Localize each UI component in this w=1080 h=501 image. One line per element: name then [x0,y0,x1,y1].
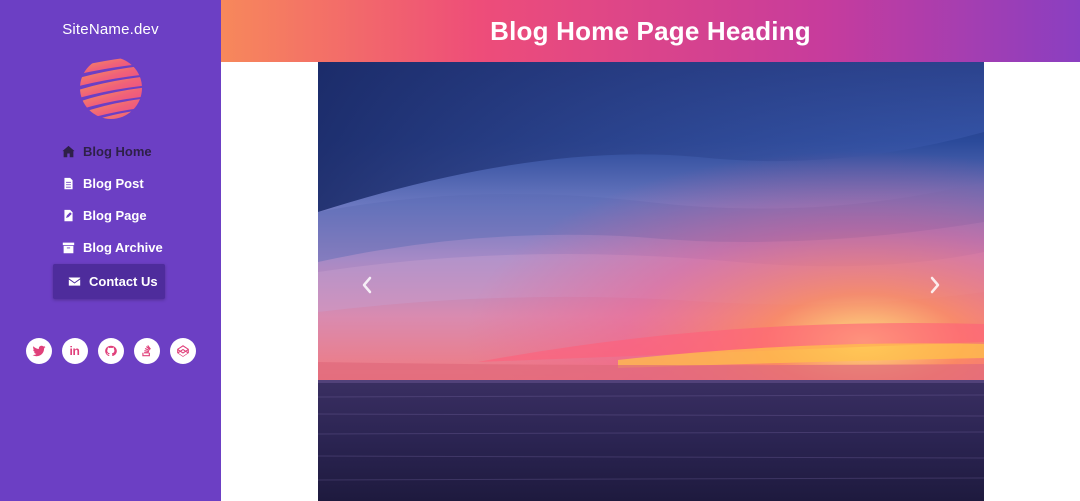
document-icon [61,176,75,190]
twitter-link[interactable] [25,338,52,364]
linkedin-link[interactable]: in [61,338,88,364]
file-edit-icon [61,208,75,222]
striped-globe-logo[interactable] [79,57,142,119]
sidebar-item-contact-us[interactable]: Contact Us [53,264,165,299]
chevron-left-icon [362,276,372,294]
home-icon [61,144,75,158]
page-header: Blog Home Page Heading [221,0,1080,62]
image-carousel[interactable] [318,62,984,501]
sidebar-nav: Blog Home Blog Post Blog Page Blog Archi… [0,135,221,299]
site-name[interactable]: SiteName.dev [62,21,159,38]
sidebar-item-blog-page[interactable]: Blog Page [0,199,221,231]
carousel-prev-button[interactable] [354,272,380,298]
sunset-over-sea-image [318,62,984,501]
page-title: Blog Home Page Heading [490,15,811,46]
github-link[interactable] [97,338,124,364]
envelope-icon [67,275,81,289]
stackoverflow-link[interactable] [133,338,160,364]
sidebar-item-label: Blog Post [83,175,144,191]
archive-icon [61,240,75,254]
codepen-icon [176,345,189,357]
sidebar-item-label: Blog Archive [83,239,163,255]
sidebar-item-blog-home[interactable]: Blog Home [0,135,221,167]
sidebar: SiteName.dev Blog Home Blog Post Blog Pa… [0,0,221,501]
twitter-icon [32,345,45,357]
social-links: in [25,338,196,364]
sidebar-item-label: Blog Home [83,143,152,159]
sidebar-item-blog-post[interactable]: Blog Post [0,167,221,199]
carousel-next-button[interactable] [922,272,948,298]
codepen-link[interactable] [169,338,196,364]
sidebar-item-label: Contact Us [89,274,158,289]
main-content: Blog Home Page Heading [221,0,1080,501]
sidebar-item-blog-archive[interactable]: Blog Archive [0,231,221,263]
linkedin-icon: in [69,344,80,358]
sidebar-item-label: Blog Page [83,207,147,223]
stackoverflow-icon [141,345,151,357]
chevron-right-icon [930,276,940,294]
page: SiteName.dev Blog Home Blog Post Blog Pa… [0,0,1080,501]
github-icon [104,345,117,357]
